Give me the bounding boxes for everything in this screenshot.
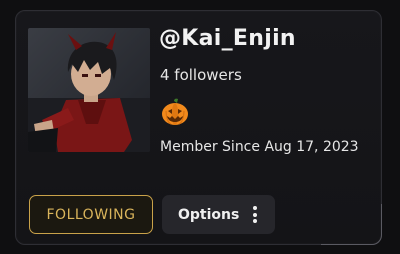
following-button-label: FOLLOWING	[46, 206, 136, 223]
followers-count[interactable]: 4 followers	[160, 66, 242, 84]
username: @Kai_Enjin	[159, 26, 296, 51]
avatar-image	[28, 28, 150, 152]
vertical-ellipsis-icon	[253, 206, 257, 223]
jack-o-lantern-icon	[160, 97, 190, 127]
options-button[interactable]: Options	[162, 195, 275, 234]
following-button[interactable]: FOLLOWING	[29, 195, 153, 234]
options-button-label: Options	[178, 206, 240, 223]
member-since: Member Since Aug 17, 2023	[160, 139, 359, 155]
avatar[interactable]	[28, 28, 150, 152]
